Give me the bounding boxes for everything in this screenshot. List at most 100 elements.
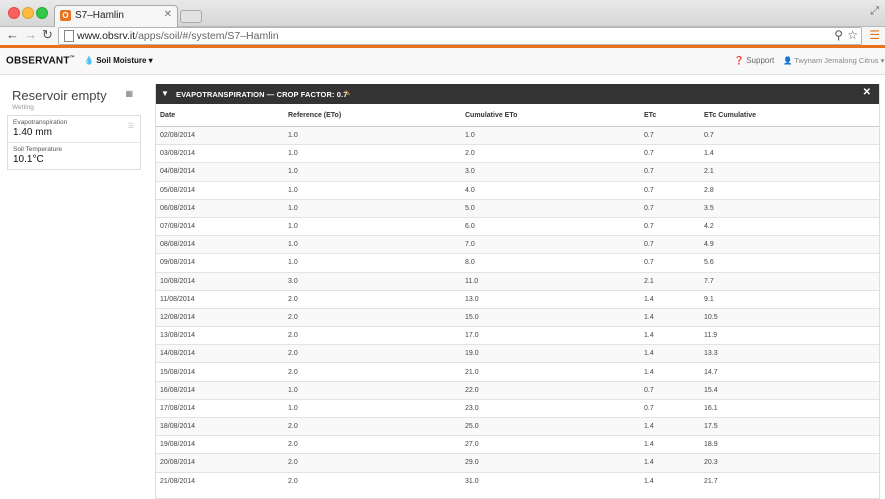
table-cell: 1.4: [640, 307, 700, 327]
address-bar[interactable]: www.obsrv.it/apps/soil/#/system/S7–Hamli…: [58, 27, 862, 45]
table-cell: 02/08/2014: [156, 125, 284, 145]
user-menu[interactable]: 👤 Twynam Jemalong Citrus ▾: [783, 56, 884, 65]
table-cell: 14.7: [700, 362, 879, 382]
table-cell: 19.0: [461, 344, 640, 363]
droplet-icon: 💧: [84, 56, 94, 65]
table-cell: 21/08/2014: [156, 471, 284, 490]
table-row: 04/08/2014 1.0 3.0 0.7 2.1: [156, 162, 879, 182]
table-cell: 1.4: [700, 144, 879, 163]
browser-toolbar: ← → ↻ www.obsrv.it/apps/soil/#/system/S7…: [0, 27, 885, 45]
table-cell: 2.0: [284, 471, 461, 490]
table-row: 08/08/2014 1.0 7.0 0.7 4.9: [156, 235, 879, 254]
new-tab-button[interactable]: [180, 10, 202, 23]
table-cell: 11.9: [700, 326, 879, 345]
close-window-button[interactable]: [8, 7, 20, 19]
table-cell: 1.4: [640, 471, 700, 490]
table-cell: 7.7: [700, 271, 879, 291]
observant-logo[interactable]: OBSERVANT™: [6, 55, 75, 66]
table-cell: 0.7: [640, 125, 700, 145]
table-cell: 0.7: [640, 144, 700, 163]
nav-dropdown-label: Soil Moisture: [96, 56, 147, 65]
table-cell: 08/08/2014: [156, 235, 284, 254]
table-cell: 0.7: [640, 380, 700, 400]
table-cell: 27.0: [461, 435, 640, 454]
table-cell: 21.0: [461, 362, 640, 382]
zoom-window-button[interactable]: [36, 7, 48, 19]
table-cell: 0.7: [640, 162, 700, 182]
table-cell: 06/08/2014: [156, 198, 284, 218]
minimize-window-button[interactable]: [22, 7, 34, 19]
table-cell: 1.0: [284, 235, 461, 254]
table-row: 14/08/2014 2.0 19.0 1.4 13.3: [156, 344, 879, 363]
table-cell: 3.0: [461, 162, 640, 182]
metrics-card: Evapotranspiration 1.40 mm ☰ Soil Temper…: [7, 115, 141, 170]
support-link[interactable]: ❓ Support: [734, 56, 774, 65]
metric-value: 1.40 mm: [13, 127, 52, 138]
table-cell: 03/08/2014: [156, 144, 284, 163]
url-domain: www.obsrv.it: [77, 30, 136, 42]
table-row: 10/08/2014 3.0 11.0 2.1 7.7: [156, 271, 879, 291]
tab-close-icon[interactable]: ✕: [164, 9, 172, 20]
system-sidebar: Reservoir empty ▦ Wetting Evapotranspira…: [7, 84, 141, 170]
table-cell: 0.7: [640, 235, 700, 254]
browser-tab[interactable]: O S7–Hamlin ✕: [54, 5, 178, 27]
browser-menu-icon[interactable]: ☰: [869, 28, 880, 42]
table-row: 16/08/2014 1.0 22.0 0.7 15.4: [156, 380, 879, 400]
table-row: 03/08/2014 1.0 2.0 0.7 1.4: [156, 144, 879, 163]
table-cell: 19/08/2014: [156, 435, 284, 454]
table-row: 12/08/2014 2.0 15.0 1.4 10.5: [156, 307, 879, 327]
table-header-row: Date Reference (ETo) Cumulative ETo ETc …: [156, 104, 879, 127]
table-cell: 18.9: [700, 435, 879, 454]
metric-evapotranspiration[interactable]: Evapotranspiration 1.40 mm ☰: [8, 116, 140, 143]
chart-icon[interactable]: ▦: [125, 89, 133, 98]
observant-favicon-icon: O: [60, 10, 71, 21]
reservoir-status-title: Reservoir empty: [12, 88, 107, 103]
fullscreen-icon[interactable]: ⤢: [870, 5, 879, 18]
table-cell: 1.0: [284, 144, 461, 163]
metric-soil-temperature[interactable]: Soil Temperature 10.1°C: [8, 143, 140, 169]
table-row: 17/08/2014 1.0 23.0 0.7 16.1: [156, 398, 879, 418]
table-cell: 1.0: [284, 162, 461, 182]
soil-moisture-dropdown[interactable]: 💧 Soil Moisture ▾: [84, 56, 153, 65]
back-icon[interactable]: ←: [6, 28, 19, 42]
table-cell: 10/08/2014: [156, 271, 284, 291]
table-cell: 1.4: [640, 362, 700, 382]
tab-title: S7–Hamlin: [75, 10, 124, 21]
reload-icon[interactable]: ↻: [42, 28, 53, 42]
table-cell: 1.0: [284, 380, 461, 400]
url-path: /apps/soil/#/system/S7–Hamlin: [135, 30, 279, 42]
support-label: Support: [746, 56, 775, 65]
table-cell: 1.4: [640, 416, 700, 436]
table-cell: 3.0: [284, 271, 461, 291]
table-row: 02/08/2014 1.0 1.0 0.7 0.7: [156, 125, 879, 145]
table-cell: 5.0: [461, 198, 640, 218]
collapse-caret-icon[interactable]: ▼: [161, 89, 169, 98]
table-cell: 1.0: [284, 216, 461, 236]
evapotranspiration-table: Date Reference (ETo) Cumulative ETo ETc …: [156, 104, 879, 490]
search-icon[interactable]: ⚲: [834, 28, 843, 43]
column-header-etc-cumulative: ETc Cumulative: [700, 104, 879, 127]
column-header-etc: ETc: [640, 104, 700, 127]
table-cell: 17.5: [700, 416, 879, 436]
table-cell: 1.4: [640, 344, 700, 363]
table-cell: 2.0: [284, 453, 461, 473]
table-cell: 7.0: [461, 235, 640, 254]
table-cell: 2.0: [284, 307, 461, 327]
bookmark-star-icon[interactable]: ☆: [847, 28, 858, 43]
table-row: 06/08/2014 1.0 5.0 0.7 3.5: [156, 198, 879, 218]
table-cell: 04/08/2014: [156, 162, 284, 182]
edit-icon[interactable]: ✎: [344, 89, 351, 98]
forward-icon[interactable]: →: [24, 28, 37, 42]
table-cell: 16/08/2014: [156, 380, 284, 400]
table-cell: 29.0: [461, 453, 640, 473]
user-icon: 👤: [783, 56, 793, 65]
close-icon[interactable]: ✕: [863, 87, 871, 98]
evapotranspiration-panel: ▼ EVAPOTRANSPIRATION — CROP FACTOR: 0.7 …: [155, 84, 880, 499]
logo-trademark: ™: [69, 55, 75, 61]
table-cell: 15/08/2014: [156, 362, 284, 382]
table-cell: 1.0: [284, 125, 461, 145]
table-cell: 07/08/2014: [156, 216, 284, 236]
table-cell: 2.0: [284, 344, 461, 363]
list-icon[interactable]: ☰: [128, 122, 134, 130]
table-cell: 0.7: [640, 180, 700, 200]
